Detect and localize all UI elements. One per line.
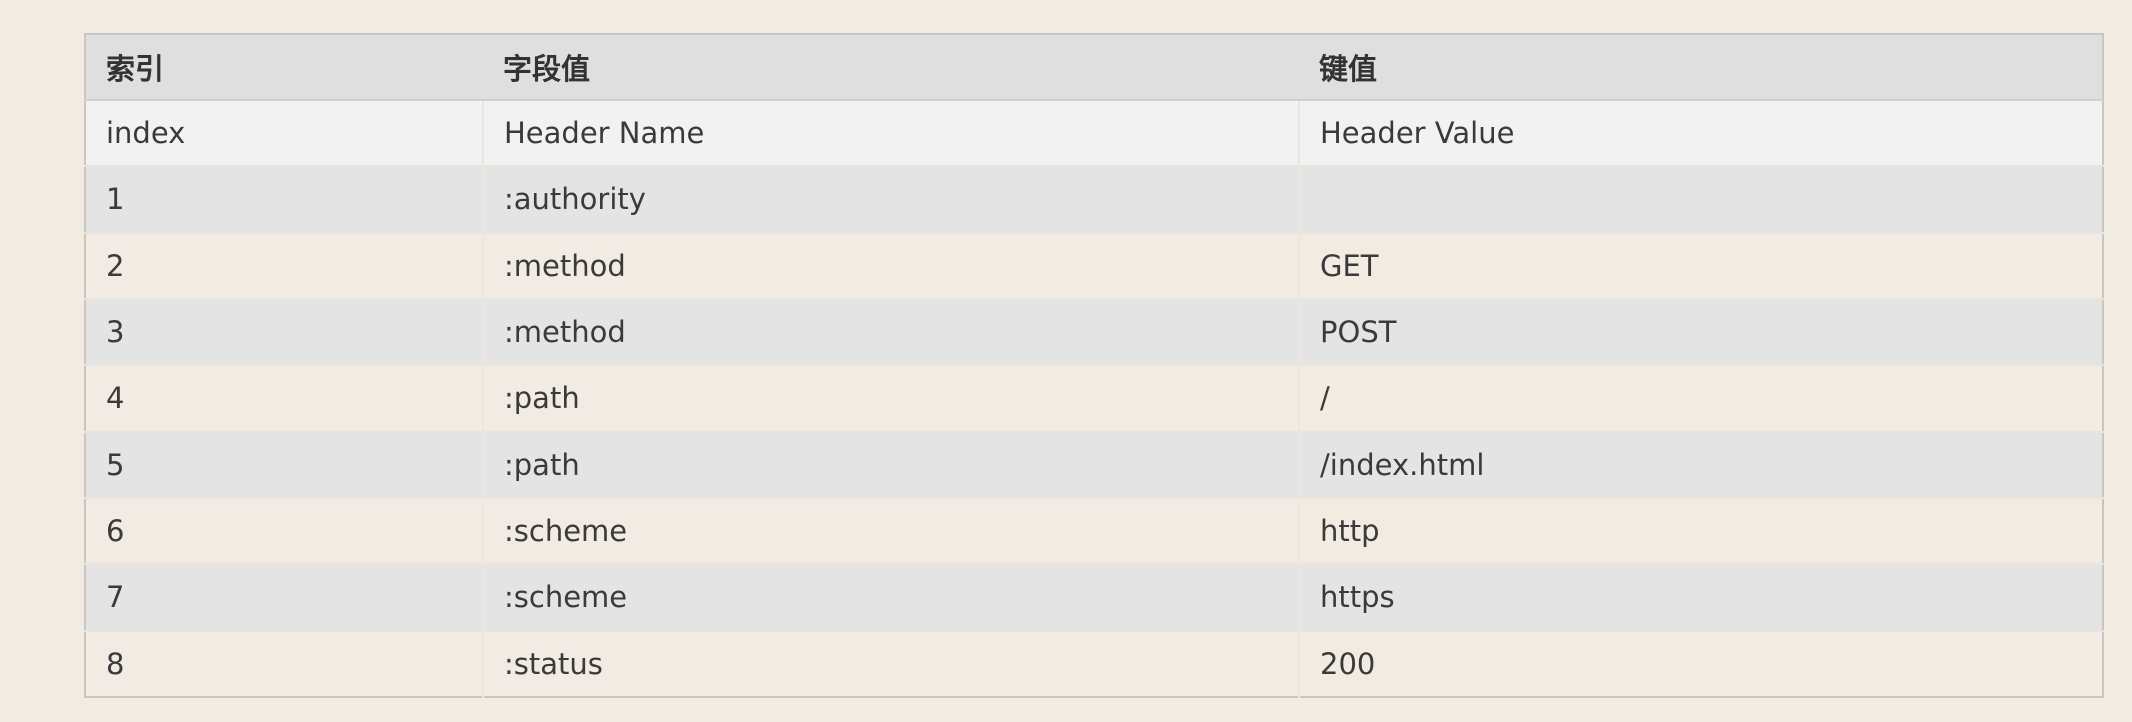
cell-index: 8 — [85, 629, 484, 697]
cell-header-value: / — [1299, 364, 2103, 432]
cell-header-name: :scheme — [483, 563, 1300, 631]
cell-index: 5 — [85, 430, 484, 498]
cell-header-value: GET — [1299, 231, 2103, 299]
cell-header-value — [1299, 165, 2103, 233]
column-header-index: 索引 — [85, 34, 483, 101]
column-header-name: 字段值 — [483, 34, 1299, 101]
cell-index: 1 — [85, 165, 484, 233]
table-body: index Header Name Header Value 1 :author… — [85, 98, 2103, 697]
cell-index: 4 — [85, 364, 484, 432]
table-row: 6 :scheme http — [85, 496, 2103, 565]
cell-index: 7 — [85, 563, 484, 631]
cell-index: 3 — [85, 297, 484, 366]
column-header-value: 键值 — [1299, 34, 2103, 101]
cell-header-value: 200 — [1299, 629, 2103, 697]
cell-header-value: http — [1299, 496, 2103, 565]
cell-header-value: POST — [1299, 297, 2103, 366]
table-sub-header-row: index Header Name Header Value — [85, 98, 2103, 167]
table-row: 5 :path /index.html — [85, 430, 2103, 498]
table-row: 4 :path / — [85, 364, 2103, 432]
cell-header-value: /index.html — [1299, 430, 2103, 498]
cell-index: 6 — [85, 496, 484, 565]
cell-header-name: :status — [483, 629, 1300, 697]
table-header: 索引 字段值 键值 — [85, 34, 2103, 101]
cell-header-name: :authority — [483, 165, 1300, 233]
cell-header-name: :scheme — [483, 496, 1300, 565]
table-row: 1 :authority — [85, 165, 2103, 233]
sub-header-index: index — [85, 98, 484, 167]
cell-header-name: :path — [483, 430, 1300, 498]
sub-header-value: Header Value — [1299, 98, 2103, 167]
table-row: 7 :scheme https — [85, 563, 2103, 631]
cell-header-name: :method — [483, 231, 1300, 299]
cell-header-name: :method — [483, 297, 1300, 366]
cell-header-name: :path — [483, 364, 1300, 432]
table-row: 3 :method POST — [85, 297, 2103, 366]
table-row: 2 :method GET — [85, 231, 2103, 299]
sub-header-name: Header Name — [483, 98, 1300, 167]
table-header-row: 索引 字段值 键值 — [85, 34, 2103, 101]
cell-index: 2 — [85, 231, 484, 299]
cell-header-value: https — [1299, 563, 2103, 631]
hpack-static-table: 索引 字段值 键值 index Header Name Header Value… — [84, 33, 2104, 698]
table-row: 8 :status 200 — [85, 629, 2103, 697]
